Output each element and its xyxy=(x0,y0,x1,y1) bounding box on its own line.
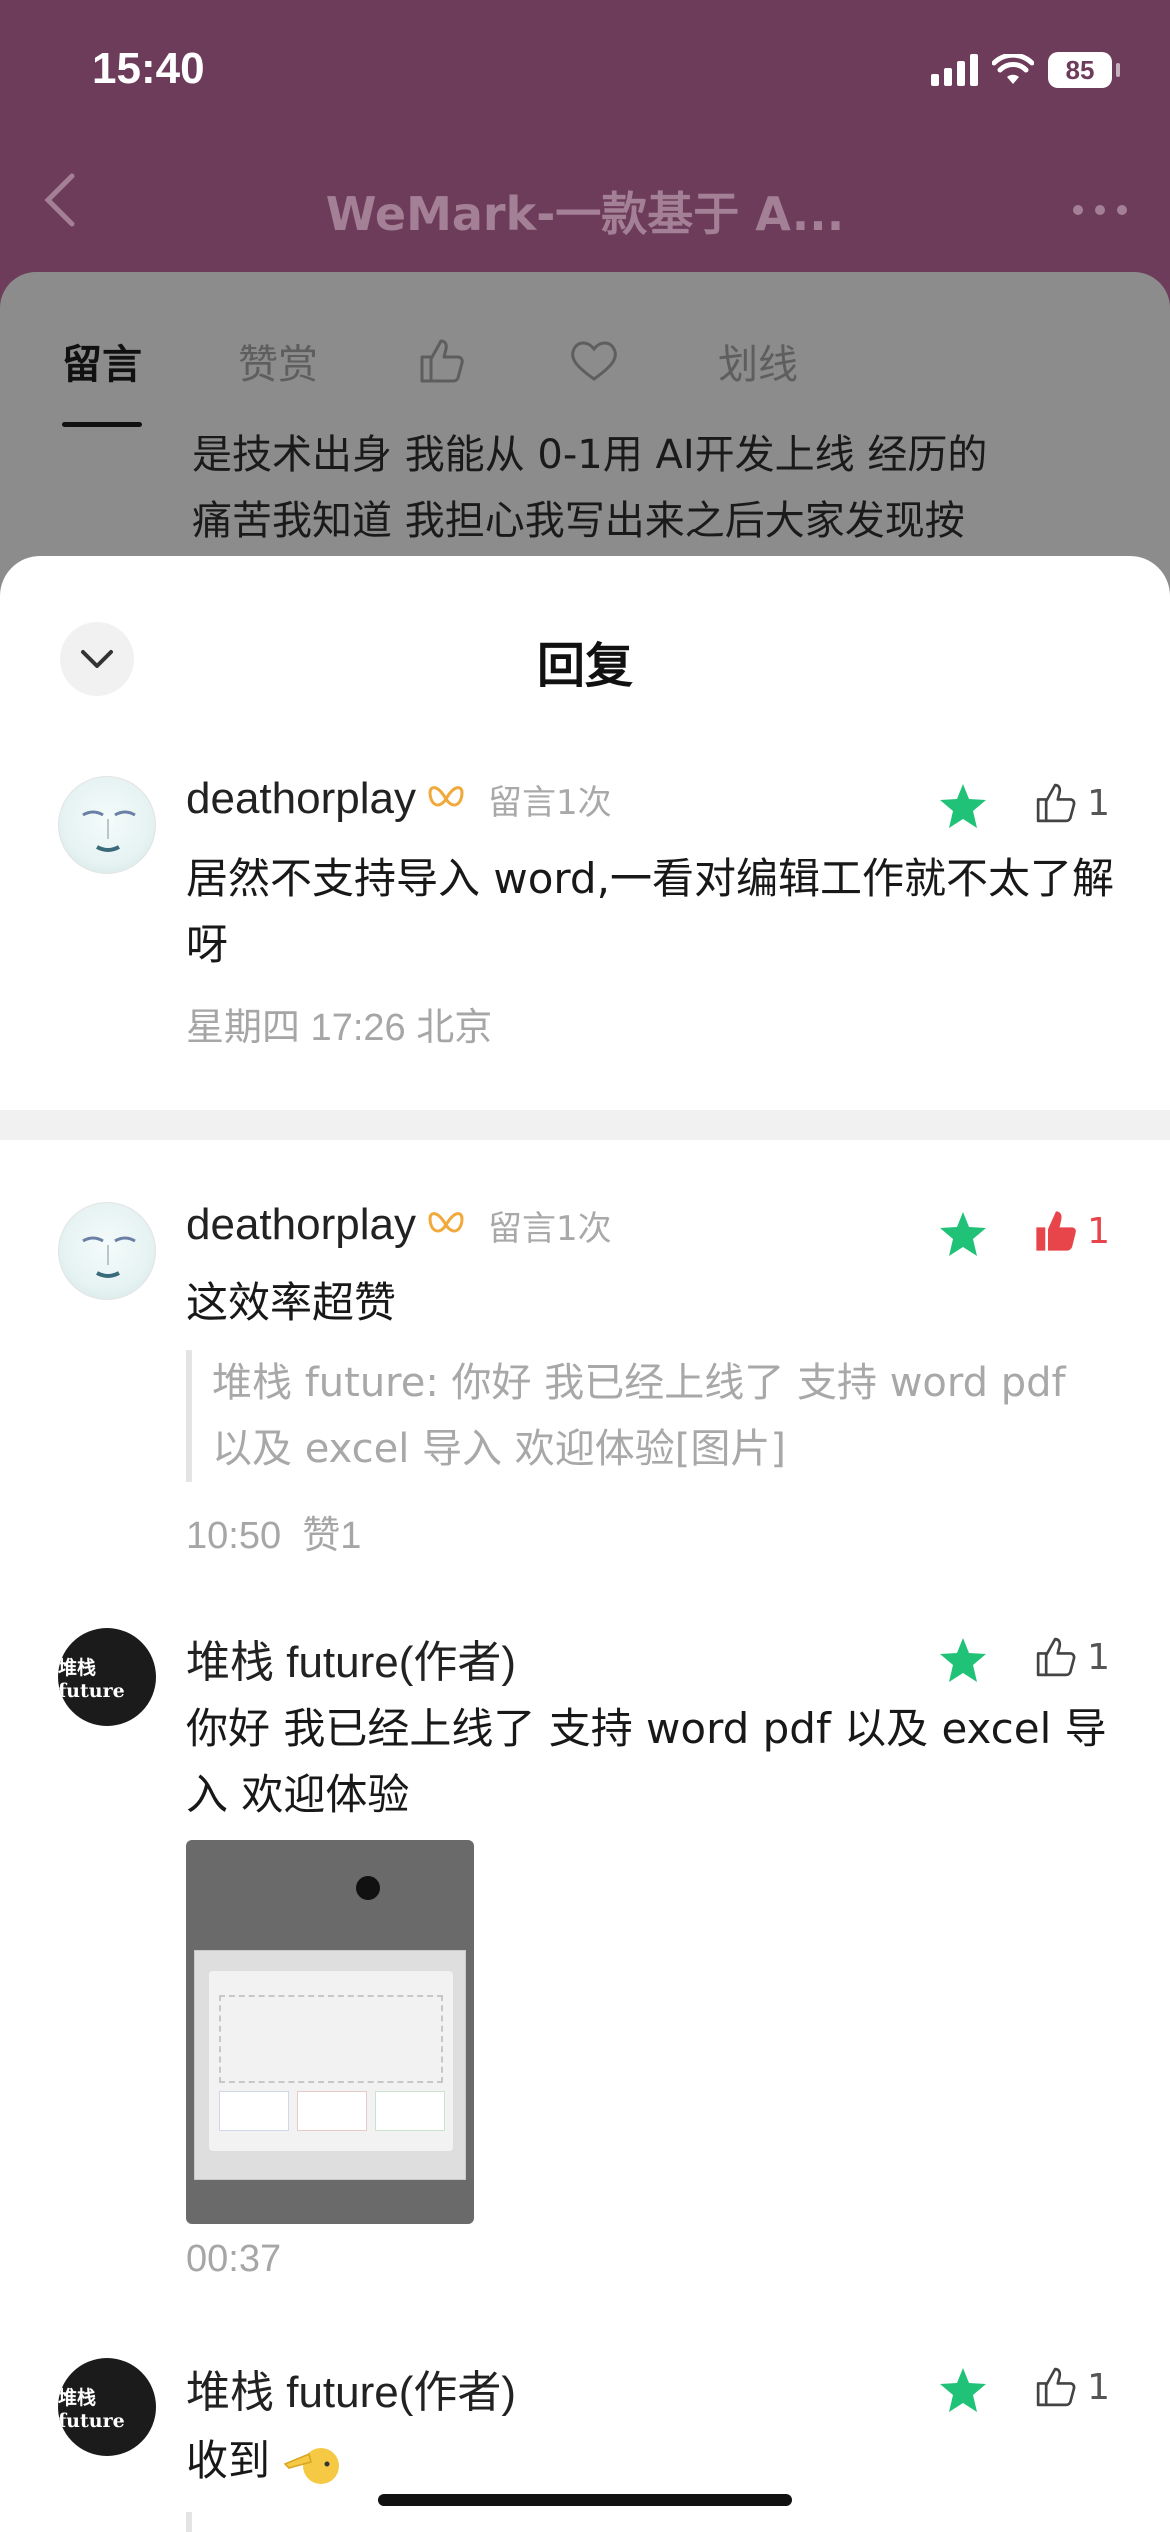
comment-count: 留言1次 xyxy=(487,782,612,823)
comment-text-dimmed: 是技术出身 我能从 0-1用 AI开发上线 经历的 痛苦我知道 我担心我写出来之… xyxy=(192,432,988,544)
comment-text: 这效率超赞 xyxy=(186,1278,397,1327)
avatar[interactable]: 堆栈future xyxy=(58,1628,156,1726)
star-icon[interactable] xyxy=(938,2366,988,2414)
user-name[interactable]: 堆栈 future(作者) xyxy=(186,1626,516,1690)
quoted-reply[interactable]: 堆栈 future: 你好 我已经上线了 支持 word pdf 以及 exce… xyxy=(186,1350,1086,1482)
header-area: 15:40 85 WeMark-一款基于 A... xyxy=(0,0,1170,280)
page-title: WeMark-一款基于 A... xyxy=(325,187,845,241)
like-count: 1 xyxy=(1087,2366,1110,2408)
thumbs-up-filled-icon xyxy=(1036,1211,1076,1251)
like-button[interactable]: 1 xyxy=(1031,1632,1110,1682)
image-detail xyxy=(194,1950,466,2180)
more-icon[interactable] xyxy=(1070,176,1130,232)
like-button[interactable]: 1 xyxy=(1031,778,1110,828)
user-name[interactable]: 堆栈 future(作者) xyxy=(186,2356,516,2420)
comment-count: 留言1次 xyxy=(487,1208,612,1249)
comment-header: deathorplay 留言1次 xyxy=(186,774,612,824)
like-button[interactable]: 1 xyxy=(1031,1206,1110,1256)
star-icon[interactable] xyxy=(938,782,988,830)
tab-bar: 留言 赞赏 划线 xyxy=(62,332,894,427)
avatar[interactable]: 堆栈future xyxy=(58,2358,156,2456)
badge-icon xyxy=(428,1212,464,1233)
reply-sheet: 回复 deathorplay 留言1次 1 居然不支持导入 word,一看对编辑… xyxy=(0,556,1170,2532)
comment-header: deathorplay 留言1次 xyxy=(186,1200,612,1250)
status-time: 15:40 xyxy=(92,44,205,93)
thumbs-up-icon xyxy=(1036,2367,1076,2407)
attached-image[interactable] xyxy=(186,1840,474,2224)
badge-icon xyxy=(428,786,464,807)
image-detail xyxy=(219,1995,443,2083)
image-detail xyxy=(209,1971,453,2151)
tab-appreciate[interactable]: 赞赏 xyxy=(238,332,318,390)
user-name[interactable]: deathorplay xyxy=(186,774,416,824)
wifi-icon xyxy=(992,54,1034,84)
comment-header: 堆栈 future(作者) xyxy=(186,2356,516,2420)
home-indicator xyxy=(378,2494,792,2506)
battery-icon: 85 xyxy=(1048,52,1120,88)
image-detail xyxy=(375,2091,445,2131)
avatar[interactable] xyxy=(58,776,156,874)
star-icon[interactable] xyxy=(938,1210,988,1258)
heart-icon[interactable] xyxy=(566,333,622,389)
tab-highlights[interactable]: 划线 xyxy=(718,332,798,390)
like-count: 1 xyxy=(1087,782,1110,824)
signal-icon xyxy=(931,54,978,86)
comment-text: 居然不支持导入 word,一看对编辑工作就不太了解呀 xyxy=(186,854,1114,969)
thumbs-up-icon xyxy=(1036,1637,1076,1677)
like-button[interactable]: 1 xyxy=(1031,2362,1110,2412)
comment-time: 10:50 赞1 xyxy=(186,1515,362,1557)
comment-text: 收到 xyxy=(186,2428,1116,2494)
comment-text: 你好 我已经上线了 支持 word pdf 以及 excel 导入 欢迎体验 xyxy=(186,1704,1107,1819)
user-name[interactable]: deathorplay xyxy=(186,1200,416,1250)
thumbs-up-icon xyxy=(1036,783,1076,823)
status-icons: 85 xyxy=(931,52,1120,88)
image-detail xyxy=(297,2091,367,2131)
section-divider xyxy=(0,1110,1170,1140)
quoted-reply-partial xyxy=(186,2512,1086,2532)
comment-time: 00:37 xyxy=(186,2238,282,2280)
emoji-icon xyxy=(284,2447,340,2484)
avatar[interactable] xyxy=(58,1202,156,1300)
like-summary: 赞1 xyxy=(302,1515,362,1557)
image-detail xyxy=(356,1876,380,1900)
like-count: 1 xyxy=(1087,1636,1110,1678)
like-count: 1 xyxy=(1087,1210,1110,1252)
star-icon[interactable] xyxy=(938,1636,988,1684)
tab-comments[interactable]: 留言 xyxy=(62,332,142,427)
image-detail xyxy=(219,2091,289,2131)
sheet-title: 回复 xyxy=(536,638,633,694)
thumbs-up-icon[interactable] xyxy=(414,333,470,389)
comment-time-location: 星期四 17:26 北京 xyxy=(186,1007,493,1049)
comment-header: 堆栈 future(作者) xyxy=(186,1626,516,1690)
